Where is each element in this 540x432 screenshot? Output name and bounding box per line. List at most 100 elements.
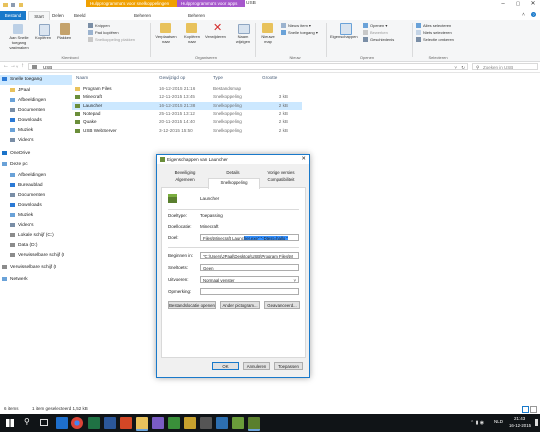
tab-delen[interactable]: Delen [52, 11, 64, 20]
clock-date[interactable]: 16-12-2015 [509, 423, 531, 428]
file-row[interactable]: USB WebServer 3-12-2015 15:50 Snelkoppelin… [72, 127, 302, 135]
dialog-close-button[interactable]: ✕ [301, 155, 306, 164]
apply-button[interactable]: Toepassen [274, 362, 303, 370]
move-to-button[interactable]: Verplaatsen naar [152, 34, 180, 44]
ribbon-collapse-icon[interactable]: ˄ [522, 12, 525, 18]
properties-button[interactable]: Eigenschappen [330, 34, 358, 39]
paste-icon[interactable] [60, 23, 70, 35]
rename-icon[interactable] [238, 24, 250, 34]
quick-access-toolbar[interactable] [3, 2, 29, 8]
tab-beheren-app[interactable]: Beheren [188, 11, 205, 20]
tab-bestand[interactable]: Bestand [0, 11, 26, 20]
cut-button[interactable]: Knippen [88, 23, 110, 29]
paste-shortcut-button[interactable]: Snelkoppeling plakken [88, 37, 135, 43]
nav-item[interactable]: Deze pc [0, 160, 72, 170]
nav-item[interactable]: Afbeeldingen [0, 96, 80, 106]
start-in-field[interactable]: "C:\Users\JPaal\Desktop\USB\Program File… [200, 252, 299, 259]
tab-beeld[interactable]: Beeld [74, 11, 86, 20]
nav-item[interactable]: Video's [0, 221, 80, 231]
app-icon[interactable] [232, 417, 244, 429]
column-header-name[interactable]: Naam [76, 75, 88, 80]
edit-button[interactable]: Bewerken [363, 30, 388, 36]
nav-item[interactable]: Muziek [0, 126, 80, 136]
select-none-button[interactable]: Niets selecteren [416, 30, 452, 36]
search-input[interactable]: ⚲ Zoeken in USB [472, 63, 538, 70]
copy-to-button[interactable]: Kopiëren naar [180, 34, 204, 44]
tab-algemeen[interactable]: Algemeen [161, 176, 209, 184]
nav-item[interactable]: Data (D:) [0, 241, 80, 251]
file-row[interactable]: Launcher 16-12-2015 21:38 Snelkoppeling 2 k… [72, 101, 302, 110]
file-row[interactable]: Quake 20-11-2015 14:40 Snelkoppeling 2 kB [72, 118, 302, 126]
nav-item[interactable]: OneDrive [0, 149, 72, 159]
search-icon[interactable]: ⚲ [24, 417, 30, 426]
maximize-button[interactable]: ▢ [511, 0, 525, 9]
app-icon[interactable] [200, 417, 212, 429]
copy-path-button[interactable]: Pad kopiëren [88, 30, 119, 36]
advanced-button[interactable]: Geavanceerd... [264, 301, 300, 309]
ok-button[interactable]: OK [212, 362, 239, 370]
column-header-size[interactable]: Grootte [262, 75, 277, 80]
run-select[interactable]: Normaal venster ˅ [200, 276, 299, 283]
minecraft-icon[interactable] [248, 417, 260, 431]
word-icon[interactable] [104, 417, 116, 429]
file-row[interactable]: Program Files 16-12-2015 21:16 Bestandsmap [72, 85, 302, 93]
new-folder-icon[interactable] [18, 2, 23, 7]
new-item-button[interactable]: Nieuw item ▾ [281, 23, 311, 29]
help-icon[interactable]: ? [531, 12, 536, 17]
nav-item[interactable]: Downloads [0, 201, 80, 211]
back-arrow-icon[interactable]: ← [3, 63, 9, 69]
nav-item[interactable]: Snelle toegang [0, 75, 72, 85]
nav-item[interactable]: Bureaublad [0, 181, 80, 191]
pin-icon[interactable] [13, 24, 23, 34]
nav-item[interactable]: Documenten [0, 191, 80, 201]
task-view-icon[interactable] [40, 419, 48, 426]
save-icon[interactable] [11, 2, 16, 7]
open-file-location-button[interactable]: Bestandslocatie openen [168, 301, 216, 309]
copy-to-icon[interactable] [186, 23, 197, 33]
tab-compatibiliteit[interactable]: Compatibiliteit [257, 176, 305, 184]
nav-item[interactable]: Verwisselbare schijf (I [0, 251, 80, 261]
paste-button[interactable]: Plakken [57, 35, 71, 40]
nav-item[interactable]: Afbeeldingen [0, 171, 80, 181]
recent-dropdown-icon[interactable]: ˅ [16, 64, 18, 69]
powerpoint-icon[interactable] [120, 417, 132, 429]
column-header-date[interactable]: Gewijzigd op [159, 75, 185, 80]
new-folder-icon[interactable] [262, 23, 273, 33]
app-icon[interactable] [152, 417, 164, 429]
nav-item[interactable]: JPaal [0, 86, 80, 96]
app-icon[interactable] [216, 417, 228, 429]
nav-item[interactable]: Netwerk [0, 275, 72, 285]
copy-button[interactable]: Kopiëren [35, 35, 51, 40]
clock-time[interactable]: 21:43 [514, 416, 525, 421]
nav-item[interactable]: Lokale schijf (C:) [0, 231, 80, 241]
file-row[interactable]: Notepad 25-11-2015 13:12 Snelkoppeling 2 kB [72, 110, 302, 118]
tab-start[interactable]: Start [28, 11, 50, 20]
nav-item[interactable]: Documenten [0, 106, 80, 116]
breadcrumb[interactable]: USB [43, 65, 52, 70]
close-button[interactable]: ✕ [526, 0, 540, 9]
tab-snelkoppeling[interactable]: Snelkoppeling [208, 178, 260, 189]
open-button[interactable]: Openen ▾ [363, 23, 387, 29]
select-all-button[interactable]: Alles selecteren [416, 23, 451, 29]
tab-details[interactable]: Details [209, 169, 257, 177]
file-row[interactable]: Minecraft 12-11-2015 13:45 Snelkoppeling 3 … [72, 93, 302, 101]
invert-selection-button[interactable]: Selectie omkeren [416, 37, 454, 43]
new-folder-button[interactable]: Nieuwe map [259, 34, 277, 44]
large-icons-view-icon[interactable] [530, 406, 537, 413]
address-bar[interactable]: USB ˅ ↻ [28, 63, 468, 70]
history-button[interactable]: Geschiedenis [363, 37, 394, 43]
notifications-icon[interactable] [535, 419, 538, 426]
nav-item[interactable]: Muziek [0, 211, 80, 221]
file-explorer-icon[interactable] [136, 417, 148, 431]
system-tray[interactable]: ⌃ ▮ ◉ [470, 420, 484, 426]
shortcut-key-field[interactable]: Geen [200, 264, 299, 271]
cancel-button[interactable]: Annuleren [243, 362, 270, 370]
minimize-button[interactable]: – [496, 0, 510, 9]
nav-item[interactable]: Downloads [0, 116, 80, 126]
app-icon[interactable] [168, 417, 180, 429]
target-field[interactable]: Files\Minecraft Launcher.exe" "-Dtest=ha… [200, 234, 299, 241]
nav-item[interactable]: Video's [0, 136, 80, 146]
change-icon-button[interactable]: Ander pictogram... [220, 301, 260, 309]
easy-access-button[interactable]: Snelle toegang ▾ [281, 30, 318, 36]
address-dropdown-icon[interactable]: ˅ [454, 64, 457, 71]
